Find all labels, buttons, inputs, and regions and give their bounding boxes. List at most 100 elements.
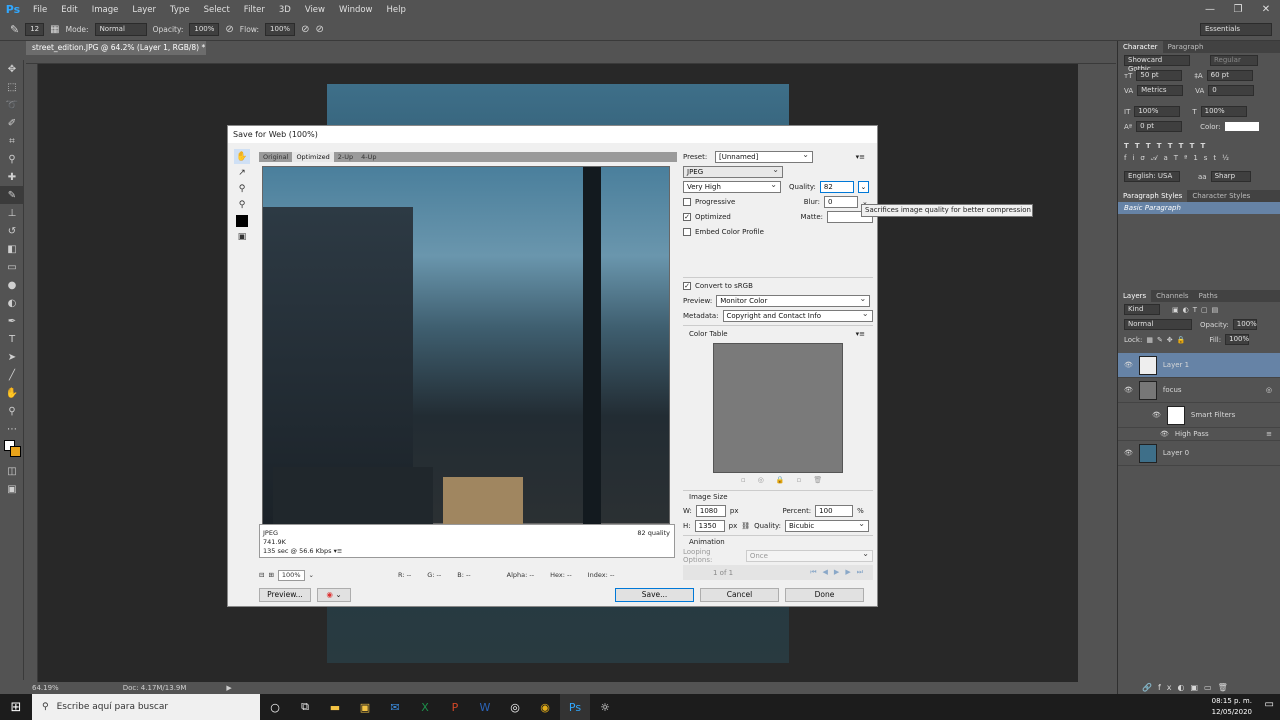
layer-row[interactable]: 👁 Layer 0 [1118,441,1280,466]
hand-tool-icon[interactable]: ✋ [234,149,250,164]
eyedropper-tool-icon[interactable]: ⚲ [234,197,250,212]
system-clock[interactable]: 08:15 p. m. 12/05/2020 [1212,694,1252,720]
dodge-tool-icon[interactable]: ◐ [0,294,24,312]
optimized-label[interactable]: Optimized [695,213,731,221]
embed-profile-label[interactable]: Embed Color Profile [695,228,764,236]
format-dropdown[interactable]: JPEG [683,165,783,178]
zoom-tool-icon[interactable]: ⚲ [234,181,250,196]
menu-edit[interactable]: Edit [54,5,84,15]
marquee-tool-icon[interactable]: ⬚ [0,78,24,96]
layer-row[interactable]: 👁 focus ◎ [1118,378,1280,403]
animation-controls-icons[interactable]: ⏮◀▶▶⏭ [810,568,869,577]
app-icon-2[interactable]: ☼ [590,694,620,720]
tab-character[interactable]: Character [1118,41,1163,53]
metadata-dropdown[interactable]: Copyright and Contact Info [722,309,873,322]
layer-name[interactable]: Layer 0 [1163,449,1189,457]
move-tool-icon[interactable]: ✥ [0,60,24,78]
layer-row[interactable]: 👁 High Pass ≡ [1118,428,1280,441]
visibility-eye-icon[interactable]: 👁 [1124,449,1133,457]
powerpoint-icon[interactable]: P [440,694,470,720]
color-table-menu-icon[interactable]: ▾≡ [856,330,865,338]
looping-dropdown[interactable]: Once [745,549,873,562]
cancel-button[interactable]: Cancel [700,588,779,602]
optimized-preview-image[interactable] [262,166,670,525]
tab-layers[interactable]: Layers [1118,290,1152,302]
progressive-checkbox[interactable] [683,197,691,206]
airbrush-icon[interactable]: ⊘ [301,24,309,35]
history-brush-icon[interactable]: ↺ [0,222,24,240]
convert-srgb-checkbox[interactable]: ✓ [683,281,691,290]
preset-dropdown[interactable]: [Unnamed] [715,150,813,163]
task-view-icon[interactable]: ⧉ [290,694,320,720]
zoom-level[interactable]: 64.19% [32,684,59,692]
blur-tool-icon[interactable]: ● [0,276,24,294]
taskbar-search[interactable]: ⚲ Escribe aquí para buscar [32,694,260,720]
toggle-slices-icon[interactable]: ▣ [234,229,250,244]
menu-file[interactable]: File [26,5,54,15]
width-field[interactable]: 1080 [695,504,726,517]
filter-name[interactable]: High Pass [1175,430,1209,438]
font-family[interactable]: Showcard Gothic [1124,55,1190,73]
screen-mode-icon[interactable]: ▣ [0,480,24,498]
done-button[interactable]: Done [785,588,864,602]
download-menu-icon[interactable]: ▾≡ [334,547,343,555]
zoom-dropdown-icon[interactable]: ⌄ [309,571,314,579]
tab-paragraph-styles[interactable]: Paragraph Styles [1118,190,1188,202]
baseline-shift[interactable]: 0 pt [1136,121,1183,132]
opacity-field[interactable]: 100% [189,23,220,36]
tab-2up[interactable]: 2-Up [334,152,357,162]
stamp-tool-icon[interactable]: ⊥ [0,204,24,222]
close-icon[interactable]: ✕ [1252,0,1280,19]
browser-preview-button[interactable]: ◉ ⌄ [317,588,351,602]
store-icon[interactable]: ▣ [350,694,380,720]
layer-row[interactable]: 👁 Smart Filters [1118,403,1280,428]
tab-character-styles[interactable]: Character Styles [1187,190,1255,202]
preview-button[interactable]: Preview... [259,588,311,602]
layer-kind-filter[interactable]: Kind [1124,304,1160,315]
tab-channels[interactable]: Channels [1151,290,1193,302]
zoom-in-icon[interactable]: ⊞ [268,571,273,579]
lasso-tool-icon[interactable]: ➰ [0,96,24,114]
document-tab[interactable]: street_edition.JPG @ 64.2% (Layer 1, RGB… [26,41,206,55]
line-tool-icon[interactable]: ╱ [0,366,24,384]
visibility-eye-icon[interactable]: 👁 [1152,411,1161,419]
brush-panel-icon[interactable]: ▦ [50,24,59,35]
blend-mode-dropdown[interactable]: Normal [1124,319,1192,330]
tab-4up[interactable]: 4-Up [357,152,380,162]
text-color-swatch[interactable] [1224,122,1259,131]
layers-opacity[interactable]: 100% [1232,319,1257,330]
menu-view[interactable]: View [298,5,332,15]
vertical-scale[interactable]: 100% [1134,106,1181,117]
fill-field[interactable]: 100% [1225,334,1249,345]
compression-dropdown[interactable]: Very High [683,180,781,193]
windows-start-icon[interactable]: ⊞ [0,700,32,715]
brush-tool-icon[interactable]: ✎ [10,23,19,36]
visibility-eye-icon[interactable]: 👁 [1124,386,1133,394]
menu-window[interactable]: Window [332,5,380,15]
horizontal-scale[interactable]: 100% [1200,106,1247,117]
gradient-tool-icon[interactable]: ▭ [0,258,24,276]
preview-dropdown[interactable]: Monitor Color [716,294,871,307]
embed-profile-checkbox[interactable] [683,227,691,236]
constrain-link-icon[interactable]: ⛓ [741,522,750,530]
cortana-icon[interactable]: ○ [260,694,290,720]
layer-name[interactable]: focus [1163,386,1182,394]
flow-field[interactable]: 100% [265,23,296,36]
mode-dropdown[interactable]: Normal [94,23,147,36]
color-swatches[interactable] [0,438,24,462]
layer-row[interactable]: 👁 Layer 1 [1118,353,1280,378]
visibility-eye-icon[interactable]: 👁 [1160,430,1169,438]
layer-name[interactable]: Layer 1 [1163,361,1189,369]
font-size[interactable]: 50 pt [1136,70,1183,81]
menu-filter[interactable]: Filter [237,5,272,15]
language-dropdown[interactable]: English: USA [1124,171,1180,182]
slice-select-icon[interactable]: ↗ [234,165,250,180]
filter-options-icon[interactable]: ≡ [1266,430,1272,438]
path-select-icon[interactable]: ➤ [0,348,24,366]
eraser-tool-icon[interactable]: ◧ [0,240,24,258]
zoom-tool-icon[interactable]: ⚲ [0,402,24,420]
pressure-opacity-icon[interactable]: ⊘ [225,24,233,35]
delete-color-icon[interactable]: 🗑 [813,476,822,484]
height-field[interactable]: 1350 [694,519,725,532]
photoshop-taskbar-icon[interactable]: Ps [560,694,590,720]
